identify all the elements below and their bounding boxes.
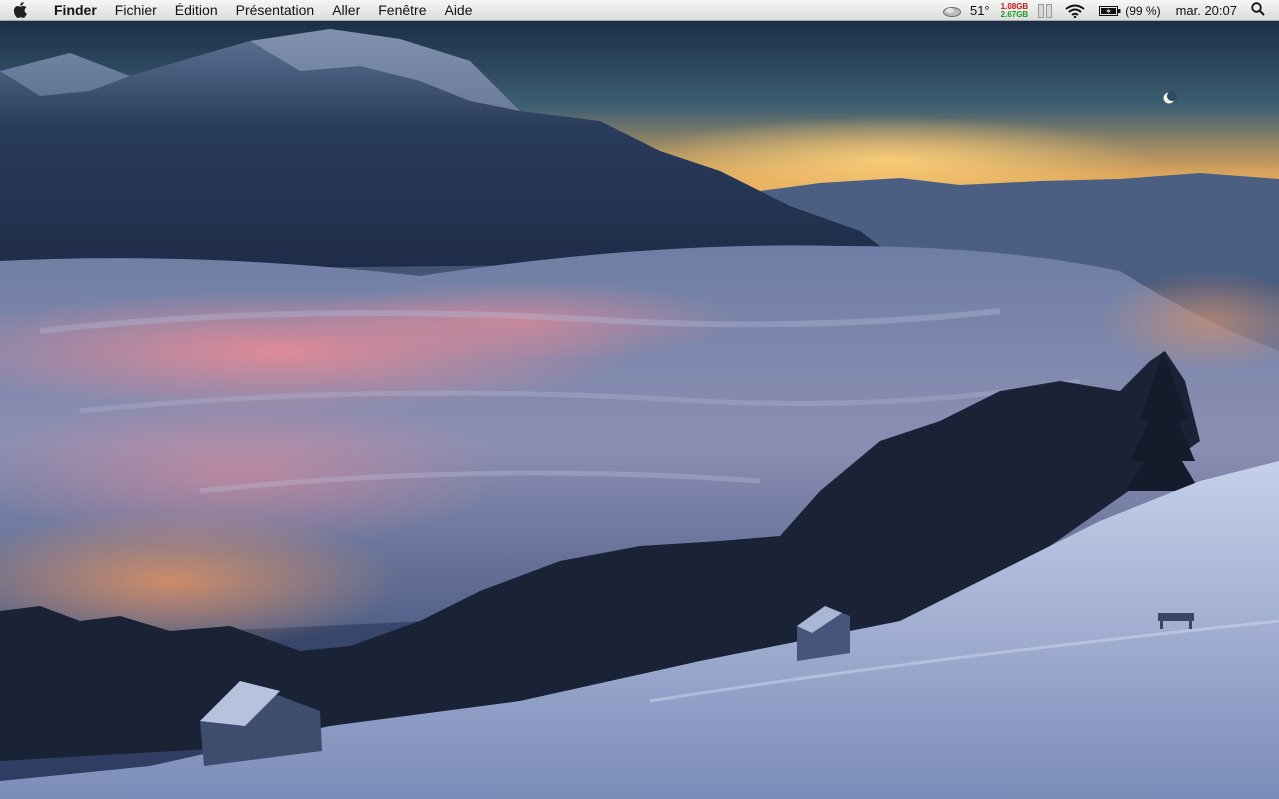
menu-edition[interactable]: Édition xyxy=(166,0,227,21)
temperature-label: 51° xyxy=(969,3,990,18)
desktop[interactable] xyxy=(0,21,1279,799)
status-area: 51° 1.08GB 2.67GB (99 %) mar. 20:07 xyxy=(935,0,1279,21)
spotlight-button[interactable] xyxy=(1247,2,1279,19)
clock[interactable]: mar. 20:07 xyxy=(1168,3,1247,18)
battery-status[interactable]: (99 %) xyxy=(1092,0,1167,21)
memory-status[interactable]: 1.08GB 2.67GB xyxy=(997,2,1033,19)
menu-left: Finder Fichier Édition Présentation Alle… xyxy=(0,0,482,20)
menu-aide[interactable]: Aide xyxy=(435,0,481,21)
battery-percent-label: (99 %) xyxy=(1125,3,1161,18)
cloud-icon xyxy=(942,6,961,17)
wifi-status[interactable] xyxy=(1058,0,1092,21)
wifi-icon xyxy=(1065,4,1085,18)
memory-free-label: 2.67GB xyxy=(1000,9,1029,19)
menu-finder[interactable]: Finder xyxy=(40,0,106,21)
apple-menu[interactable] xyxy=(0,0,40,21)
menu-bar: Finder Fichier Édition Présentation Alle… xyxy=(0,0,1279,21)
battery-icon xyxy=(1099,5,1121,16)
menu-aller[interactable]: Aller xyxy=(323,0,369,21)
cpu-bar xyxy=(1046,3,1053,18)
cpu-meter[interactable] xyxy=(1032,3,1058,18)
menu-fenetre[interactable]: Fenêtre xyxy=(369,0,435,21)
menu-fichier[interactable]: Fichier xyxy=(106,0,166,21)
cpu-bar xyxy=(1038,3,1045,18)
weather-status[interactable]: 51° xyxy=(935,0,997,21)
menu-presentation[interactable]: Présentation xyxy=(227,0,324,21)
wallpaper xyxy=(0,21,1279,799)
magnifier-icon xyxy=(1251,2,1265,16)
apple-icon xyxy=(13,2,27,18)
